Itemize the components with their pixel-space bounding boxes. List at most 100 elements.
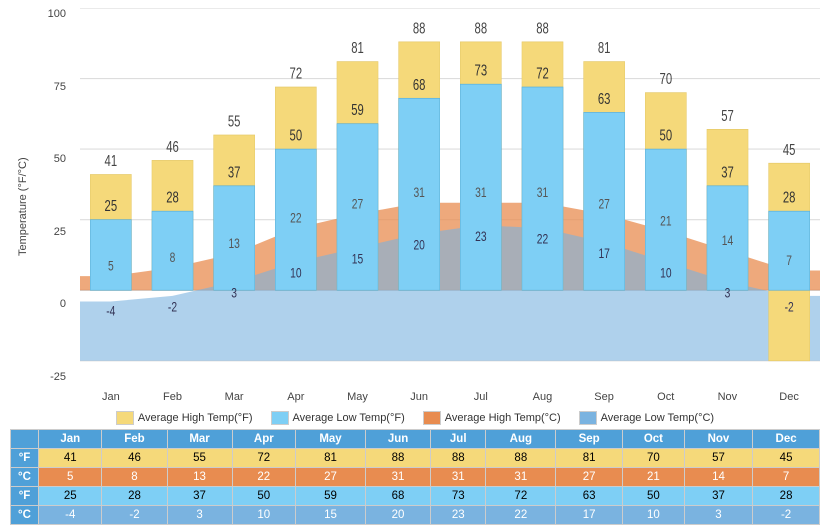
table-cell-high-c-apr: 22	[232, 468, 295, 487]
table-cell-low-c-aug: 22	[486, 506, 556, 525]
svg-text:88: 88	[536, 20, 549, 37]
table-cell-low-f-aug: 72	[486, 487, 556, 506]
table-cell-high-f-aug: 88	[486, 449, 556, 468]
y-label-0: 0	[60, 298, 66, 310]
svg-text:88: 88	[475, 20, 488, 37]
svg-text:7: 7	[786, 252, 792, 268]
table-cell-low-c-may: 15	[296, 506, 366, 525]
svg-text:37: 37	[228, 164, 241, 181]
svg-text:45: 45	[783, 141, 796, 158]
data-table: Jan Feb Mar Apr May Jun Jul Aug Sep Oct …	[10, 429, 820, 525]
svg-text:-2: -2	[168, 299, 177, 315]
table-header-aug: Aug	[486, 430, 556, 449]
legend-low-c: Average Low Temp(°C)	[579, 411, 714, 425]
table-cell-high-c-jan: 5	[39, 468, 102, 487]
table-cell-low-c-sep: 17	[556, 506, 623, 525]
legend: Average High Temp(°F) Average Low Temp(°…	[10, 405, 820, 429]
y-label-75: 75	[54, 81, 66, 93]
svg-text:31: 31	[475, 185, 487, 201]
svg-text:22: 22	[537, 231, 549, 247]
svg-text:31: 31	[537, 185, 549, 201]
table-cell-high-c-sep: 27	[556, 468, 623, 487]
x-label-aug: Aug	[512, 391, 572, 403]
table-header-unit	[11, 430, 39, 449]
table-cell-high-c-mar: 13	[167, 468, 232, 487]
table-cell-low-f-jan: 25	[39, 487, 102, 506]
y-label-neg25: -25	[50, 371, 66, 383]
table-cell-low-f-dec: 28	[753, 487, 820, 506]
svg-text:13: 13	[228, 235, 240, 251]
table-cell-high-c-jun: 31	[366, 468, 431, 487]
x-label-apr: Apr	[266, 391, 326, 403]
table-header-may: May	[296, 430, 366, 449]
svg-text:63: 63	[598, 90, 611, 107]
svg-text:3: 3	[231, 285, 237, 301]
table-cell-low-c-jan: -4	[39, 506, 102, 525]
table-cell-high-c-oct: 21	[623, 468, 685, 487]
table-cell-low-c-jun: 20	[366, 506, 431, 525]
svg-text:-4: -4	[106, 303, 115, 319]
table-cell-high-c-dec: 7	[753, 468, 820, 487]
svg-text:41: 41	[105, 152, 118, 169]
table-header-apr: Apr	[232, 430, 295, 449]
legend-low-f: Average Low Temp(°F)	[271, 411, 405, 425]
table-cell-high-f-mar: 55	[167, 449, 232, 468]
chart-svg: 41 46 55 72 81 88 88 88 81 70 57 45 25 2…	[80, 8, 820, 389]
table-cell-high-f-jul: 88	[431, 449, 486, 468]
legend-high-c: Average High Temp(°C)	[423, 411, 561, 425]
table-header-jan: Jan	[39, 430, 102, 449]
chart-container: Temperature (°F/°C) 100 75 50 25 0 -25	[0, 0, 830, 529]
legend-box-low-f	[271, 411, 289, 425]
table-row-high-c: °C 5 8 13 22 27 31 31 31 27 21 14 7	[11, 468, 820, 487]
svg-text:27: 27	[352, 196, 364, 212]
table-cell-high-f-jan: 41	[39, 449, 102, 468]
x-label-feb: Feb	[142, 391, 202, 403]
svg-text:20: 20	[413, 237, 425, 253]
legend-box-high-f	[116, 411, 134, 425]
table-cell-high-f-may: 81	[296, 449, 366, 468]
table-header-sep: Sep	[556, 430, 623, 449]
svg-text:27: 27	[598, 196, 610, 212]
svg-text:17: 17	[598, 245, 610, 261]
svg-text:8: 8	[170, 249, 176, 265]
table-cell-low-c-oct: 10	[623, 506, 685, 525]
svg-text:23: 23	[475, 228, 487, 244]
svg-text:70: 70	[660, 70, 673, 87]
bars-area: 41 46 55 72 81 88 88 88 81 70 57 45 25 2…	[80, 8, 820, 389]
x-axis-labels: Jan Feb Mar Apr May Jun Jul Aug Sep Oct …	[80, 389, 820, 405]
svg-text:55: 55	[228, 113, 241, 130]
table-row-low-f: °F 25 28 37 50 59 68 73 72 63 50 37 28	[11, 487, 820, 506]
svg-text:72: 72	[290, 65, 303, 82]
svg-text:46: 46	[166, 138, 179, 155]
table-cell-low-f-feb: 28	[102, 487, 167, 506]
table-cell-high-f-feb: 46	[102, 449, 167, 468]
svg-text:31: 31	[413, 185, 425, 201]
data-table-wrapper: Jan Feb Mar Apr May Jun Jul Aug Sep Oct …	[10, 429, 820, 529]
y-label-25: 25	[54, 226, 66, 238]
svg-text:10: 10	[660, 265, 672, 281]
svg-text:15: 15	[352, 251, 364, 267]
table-row-label-low-f: °F	[11, 487, 39, 506]
svg-text:5: 5	[108, 258, 114, 274]
svg-text:14: 14	[722, 232, 734, 248]
table-cell-high-c-aug: 31	[486, 468, 556, 487]
table-cell-low-c-jul: 23	[431, 506, 486, 525]
legend-label-low-c: Average Low Temp(°C)	[601, 412, 714, 424]
svg-text:73: 73	[475, 62, 488, 79]
table-cell-low-c-mar: 3	[167, 506, 232, 525]
y-label-50: 50	[54, 153, 66, 165]
x-label-oct: Oct	[636, 391, 696, 403]
x-label-nov: Nov	[697, 391, 757, 403]
table-cell-low-c-dec: -2	[753, 506, 820, 525]
svg-text:22: 22	[290, 210, 302, 226]
legend-label-low-f: Average Low Temp(°F)	[293, 412, 405, 424]
svg-text:57: 57	[721, 107, 734, 124]
table-row-label-high-f: °F	[11, 449, 39, 468]
table-cell-high-c-jul: 31	[431, 468, 486, 487]
svg-text:68: 68	[413, 76, 426, 93]
table-cell-high-f-nov: 57	[684, 449, 752, 468]
svg-text:50: 50	[660, 127, 673, 144]
svg-text:3: 3	[725, 285, 731, 301]
table-cell-low-f-sep: 63	[556, 487, 623, 506]
legend-high-f: Average High Temp(°F)	[116, 411, 253, 425]
